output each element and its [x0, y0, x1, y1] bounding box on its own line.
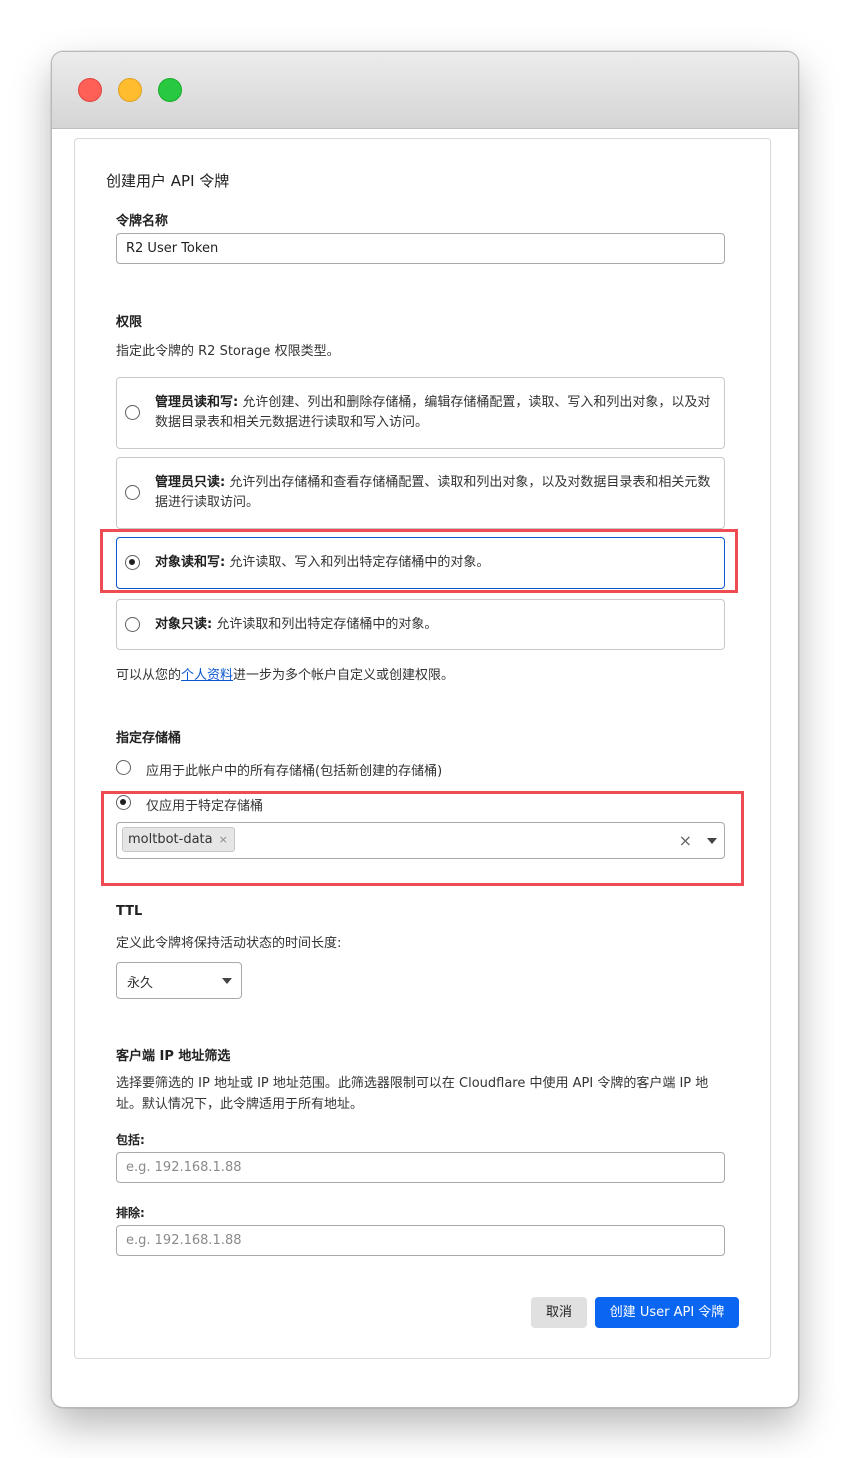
include-label: 包括: — [116, 1133, 145, 1147]
radio-admin-read-write[interactable] — [125, 405, 140, 420]
close-window-button[interactable] — [78, 78, 102, 102]
buckets-label: 指定存储桶 — [116, 731, 182, 746]
ttl-description: 定义此令牌将保持活动状态的时间长度: — [116, 936, 342, 951]
ip-filter-description: 选择要筛选的 IP 地址或 IP 地址范围。此筛选器限制可以在 Cloudfla… — [116, 1076, 709, 1112]
include-ip-input[interactable]: e.g. 192.168.1.88 — [116, 1152, 725, 1183]
create-token-dialog: 创建用户 API 令牌 令牌名称 R2 User Token 权限 指定此令牌的… — [74, 138, 771, 1359]
permission-option-object-read-only[interactable]: 对象只读: 允许读取和列出特定存储桶中的对象。 — [116, 599, 725, 650]
permissions-label: 权限 — [116, 315, 143, 330]
permissions-footer: 可以从您的个人资料进一步为多个帐户自定义或创建权限。 — [116, 668, 455, 683]
app-window: 创建用户 API 令牌 令牌名称 R2 User Token 权限 指定此令牌的… — [51, 51, 799, 1408]
exclude-label: 排除: — [116, 1206, 145, 1220]
highlight-specific-bucket — [101, 791, 744, 886]
permission-option-admin-read-only[interactable]: 管理员只读: 允许列出存储桶和查看存储桶配置、读取和列出对象，以及对数据目录表和… — [116, 457, 725, 529]
ttl-value: 永久 — [127, 976, 154, 991]
highlight-object-read-write — [100, 529, 738, 593]
chevron-down-icon — [222, 978, 232, 984]
exclude-ip-input[interactable]: e.g. 192.168.1.88 — [116, 1225, 725, 1256]
radio-all-buckets[interactable] — [116, 760, 131, 775]
cancel-button[interactable]: 取消 — [531, 1297, 587, 1328]
dialog-title: 创建用户 API 令牌 — [106, 172, 230, 190]
permission-option-object-read-only-text: 对象只读: 允许读取和列出特定存储桶中的对象。 — [155, 617, 438, 632]
permissions-description: 指定此令牌的 R2 Storage 权限类型。 — [116, 344, 340, 359]
permission-option-admin-read-write[interactable]: 管理员读和写: 允许创建、列出和删除存储桶，编辑存储桶配置，读取、写入和列出对象… — [116, 377, 725, 449]
token-name-label: 令牌名称 — [116, 214, 169, 229]
minimize-window-button[interactable] — [118, 78, 142, 102]
ttl-select[interactable]: 永久 — [116, 962, 242, 999]
zoom-window-button[interactable] — [158, 78, 182, 102]
create-token-button[interactable]: 创建 User API 令牌 — [595, 1297, 739, 1328]
profile-link[interactable]: 个人资料 — [181, 668, 233, 683]
radio-object-read-only[interactable] — [125, 617, 140, 632]
token-name-input[interactable]: R2 User Token — [116, 233, 725, 264]
ip-filter-label: 客户端 IP 地址筛选 — [116, 1049, 231, 1064]
permission-option-admin-read-only-text: 管理员只读: 允许列出存储桶和查看存储桶配置、读取和列出对象，以及对数据目录表和… — [155, 475, 711, 510]
ttl-label: TTL — [116, 904, 143, 919]
all-buckets-label[interactable]: 应用于此帐户中的所有存储桶(包括新创建的存储桶) — [146, 760, 442, 779]
title-bar — [52, 52, 798, 129]
radio-admin-read-only[interactable] — [125, 485, 140, 500]
permission-option-admin-read-write-text: 管理员读和写: 允许创建、列出和删除存储桶，编辑存储桶配置，读取、写入和列出对象… — [155, 395, 711, 430]
